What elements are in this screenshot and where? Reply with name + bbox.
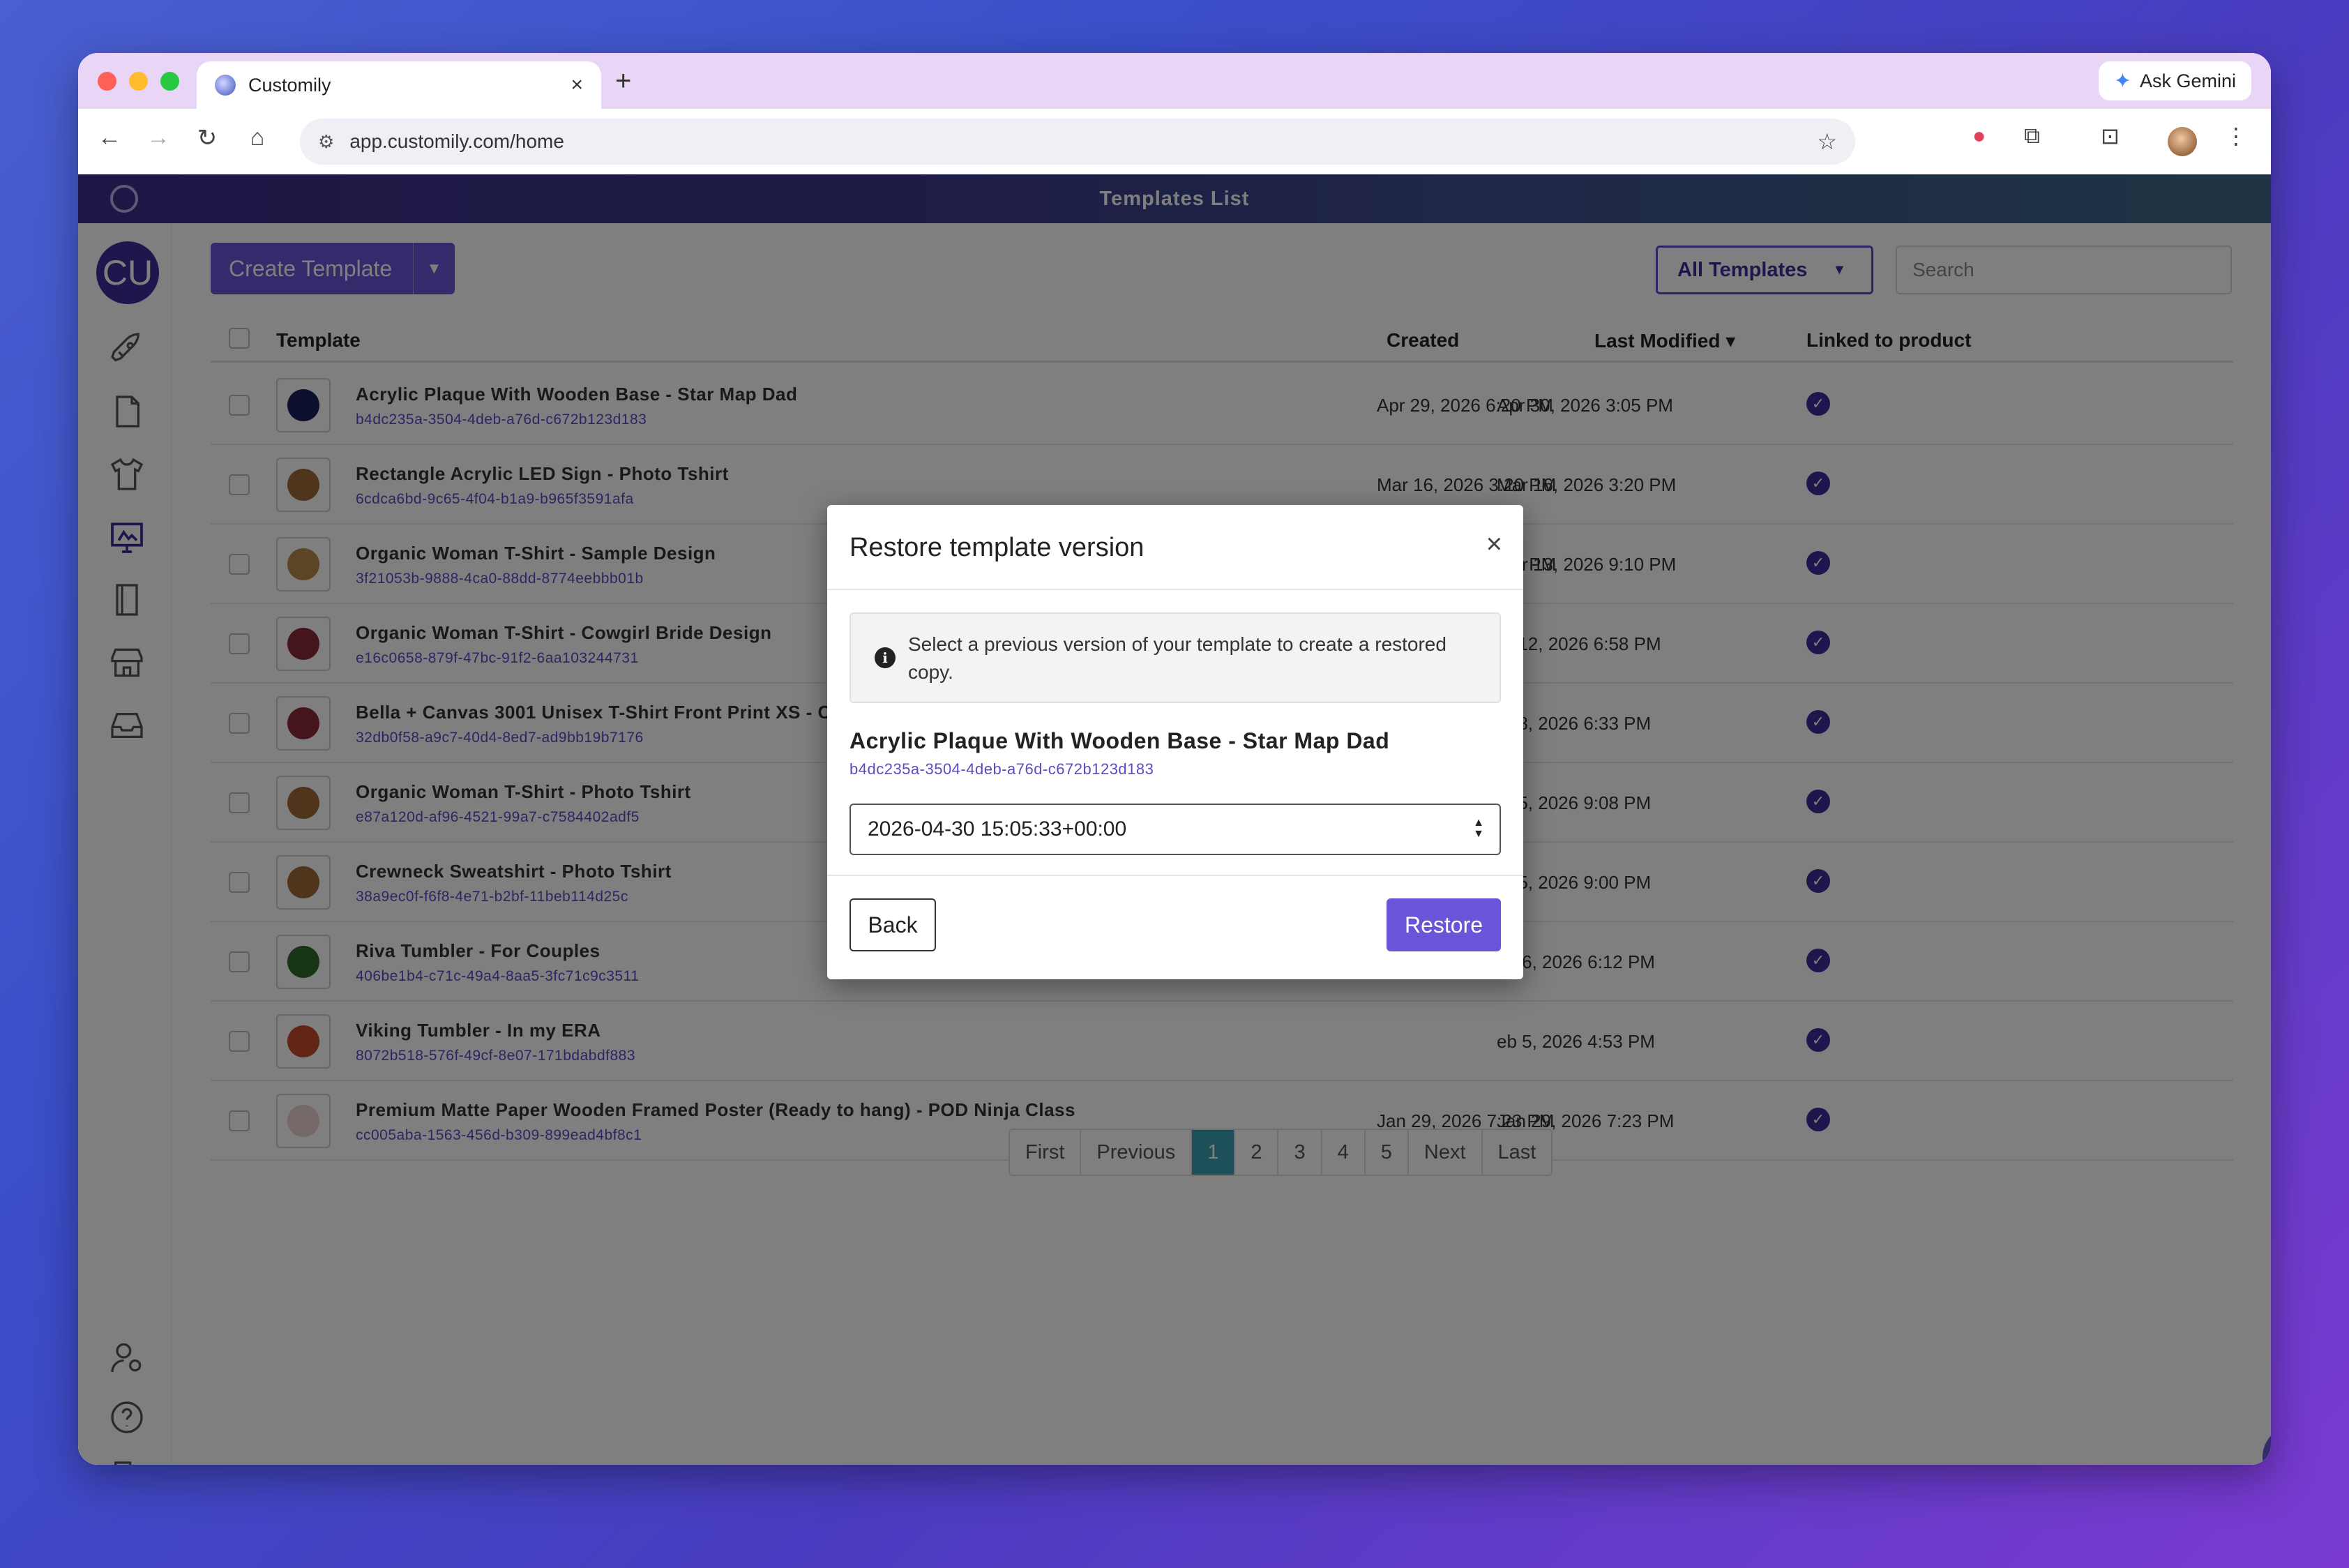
back-arrow-icon[interactable]: ← bbox=[92, 124, 127, 151]
tab-title: Customily bbox=[248, 74, 331, 96]
restore-version-modal: Restore template version × i Select a pr… bbox=[827, 505, 1523, 979]
tab-close-icon[interactable]: × bbox=[571, 73, 583, 97]
browser-window: Customily × + ✦ Ask Gemini ← → ↻ ⌂ ⚙ app… bbox=[78, 53, 2271, 1465]
address-bar[interactable]: ⚙ app.customily.com/home ☆ bbox=[300, 119, 1855, 165]
restore-button[interactable]: Restore bbox=[1387, 898, 1501, 951]
profile-avatar[interactable] bbox=[2168, 127, 2197, 156]
home-icon[interactable]: ⌂ bbox=[240, 124, 275, 151]
close-window-button[interactable] bbox=[98, 72, 116, 91]
tab-bar: Customily × + ✦ Ask Gemini bbox=[78, 53, 2271, 109]
customily-favicon-icon bbox=[215, 75, 236, 96]
template-name: Acrylic Plaque With Wooden Base - Star M… bbox=[849, 728, 1390, 753]
close-icon[interactable]: × bbox=[1486, 529, 1502, 560]
divider bbox=[827, 875, 1523, 876]
maximize-window-button[interactable] bbox=[160, 72, 179, 91]
new-tab-button[interactable]: + bbox=[615, 66, 631, 97]
ask-gemini-label: Ask Gemini bbox=[2139, 70, 2236, 91]
forward-arrow-icon[interactable]: → bbox=[141, 124, 176, 151]
divider bbox=[827, 589, 1523, 590]
tab-search-icon[interactable]: ⊡ bbox=[2101, 123, 2120, 149]
template-id: b4dc235a-3504-4deb-a76d-c672b123d183 bbox=[849, 760, 1154, 778]
version-select-value: 2026-04-30 15:05:33+00:00 bbox=[868, 817, 1127, 840]
browser-menu-icon[interactable]: ⋮ bbox=[2225, 123, 2247, 149]
info-text: Select a previous version of your templa… bbox=[908, 633, 1447, 683]
version-select[interactable]: 2026-04-30 15:05:33+00:00 ▲ ▼ bbox=[849, 804, 1501, 855]
gemini-sparkle-icon: ✦ bbox=[2113, 69, 2131, 93]
info-icon: i bbox=[875, 647, 896, 668]
browser-toolbar: ← → ↻ ⌂ ⚙ app.customily.com/home ☆ ● ⧉ ⊡… bbox=[78, 109, 2271, 174]
ask-gemini-button[interactable]: ✦ Ask Gemini bbox=[2098, 61, 2251, 100]
minimize-window-button[interactable] bbox=[129, 72, 148, 91]
reload-icon[interactable]: ↻ bbox=[190, 124, 225, 152]
modal-title: Restore template version bbox=[849, 533, 1145, 562]
url-text: app.customily.com/home bbox=[349, 130, 564, 152]
extensions-puzzle-icon[interactable]: ⧉ bbox=[2024, 123, 2040, 149]
site-settings-icon[interactable]: ⚙ bbox=[318, 131, 334, 153]
extension-icon[interactable]: ● bbox=[1972, 123, 1986, 149]
info-alert: i Select a previous version of your temp… bbox=[849, 612, 1501, 703]
select-arrows-icon: ▲ ▼ bbox=[1473, 817, 1484, 840]
bookmark-star-icon[interactable]: ☆ bbox=[1817, 128, 1837, 155]
back-button[interactable]: Back bbox=[849, 898, 936, 951]
browser-tab[interactable]: Customily × bbox=[197, 61, 601, 109]
